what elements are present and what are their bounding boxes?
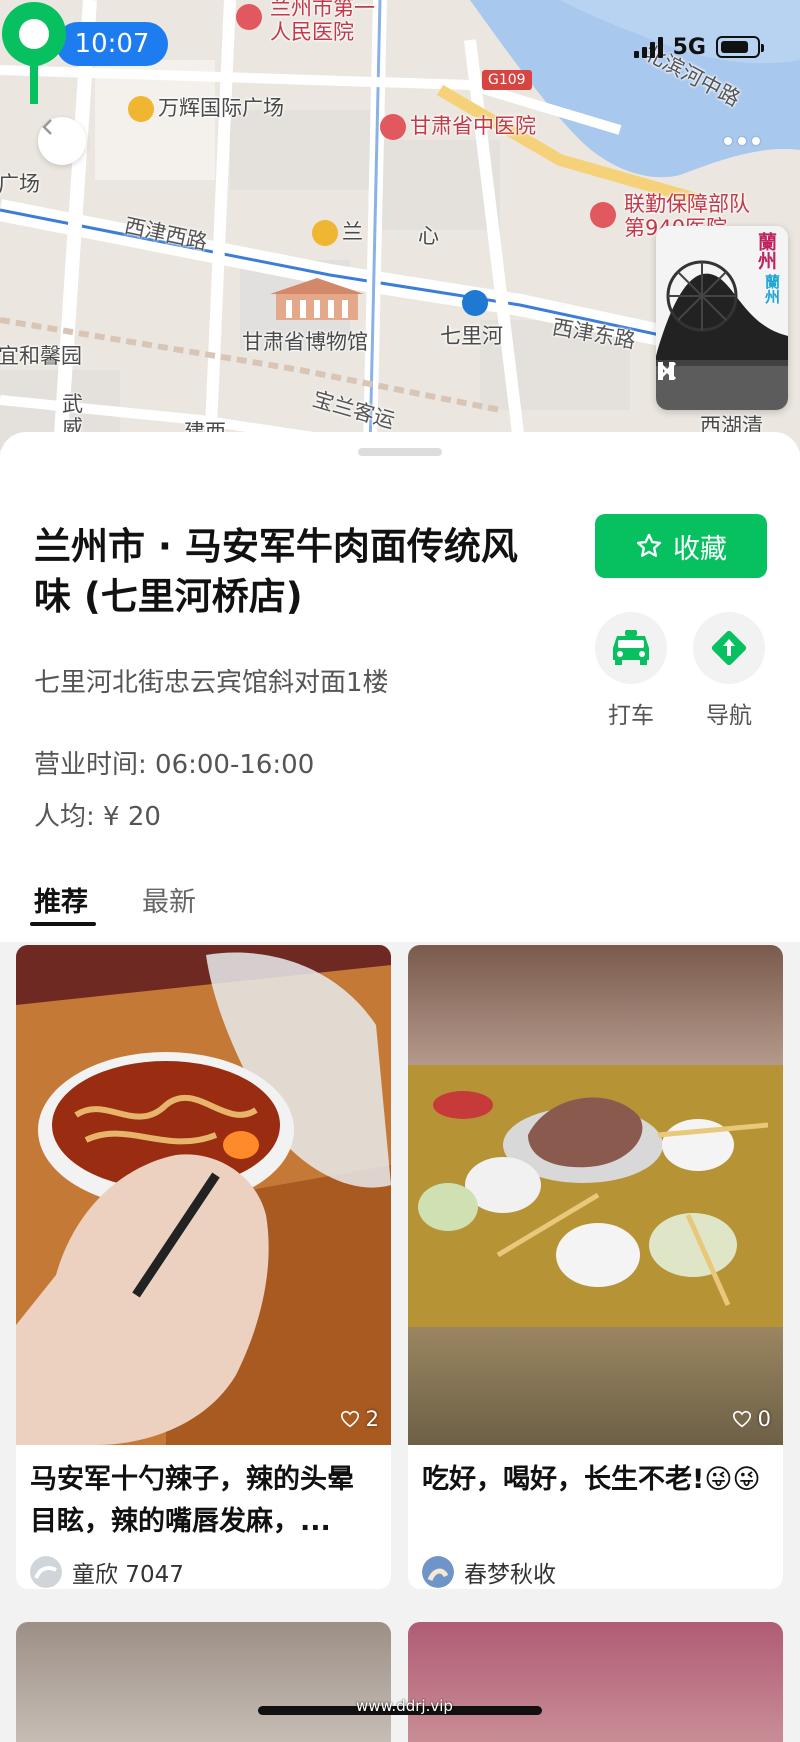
favorite-button[interactable]: 收藏 xyxy=(595,514,767,578)
taxi-icon xyxy=(613,630,649,665)
tab-latest[interactable]: 最新 xyxy=(142,880,196,919)
post-card-partial[interactable] xyxy=(16,1622,391,1742)
place-detail-sheet: 兰州市 · 马安军牛肉面传统风味 (七里河桥店) 收藏 打车 导航 七里河北街忠 xyxy=(0,432,800,1742)
taxi-button[interactable] xyxy=(595,612,667,684)
post-card[interactable]: 0 吃好，喝好，长生不老!😜😜 春梦秋收 xyxy=(408,945,783,1589)
mall-poi-icon xyxy=(128,96,154,122)
avatar xyxy=(30,1556,62,1588)
video-calligraphy-red: 蘭州 xyxy=(755,232,777,270)
noodle-photo xyxy=(16,945,391,1445)
favorite-label: 收藏 xyxy=(673,533,727,565)
mall-poi-icon xyxy=(312,220,338,246)
floating-video-player[interactable]: 蘭州 蘭州 xyxy=(656,226,788,410)
taxi-icon-wrap xyxy=(595,612,667,684)
map-label-xin: 心 xyxy=(418,224,439,248)
heart-icon xyxy=(340,1410,359,1428)
business-hours: 营业时间: 06:00-16:00 xyxy=(34,750,315,780)
metro-station-icon xyxy=(462,290,488,316)
sheet-grabber[interactable] xyxy=(358,448,442,456)
status-time: 10:07 xyxy=(56,22,168,66)
post-card-partial[interactable] xyxy=(408,1622,783,1742)
post-likes[interactable]: 2 xyxy=(340,1407,379,1431)
map-label-museum: 甘肃省博物馆 xyxy=(242,330,368,354)
navigate-icon-wrap xyxy=(693,612,765,684)
more-button[interactable] xyxy=(712,126,772,156)
map-label-zhongyi: 甘肃省中医院 xyxy=(380,110,536,140)
navigate-button[interactable] xyxy=(693,612,765,684)
post-title: 吃好，喝好，长生不老!😜😜 xyxy=(422,1464,761,1495)
close-icon[interactable] xyxy=(656,360,678,382)
post-image-noodles: 2 xyxy=(16,945,391,1445)
battery-icon xyxy=(716,36,764,58)
navigation-icon xyxy=(711,630,747,666)
map-label-hexin: 宜和馨园 xyxy=(0,344,82,368)
road-shield-g109: G109 xyxy=(482,70,532,90)
average-price: 人均: ¥ 20 xyxy=(34,802,161,832)
star-icon xyxy=(636,533,662,557)
post-image-table: 0 xyxy=(408,945,783,1445)
player-controls xyxy=(656,360,788,410)
active-tab-indicator xyxy=(30,922,96,926)
video-calligraphy-blue: 蘭州 xyxy=(763,274,781,304)
signal-icon xyxy=(633,36,663,58)
network-type: 5G xyxy=(672,34,706,60)
hospital-poi-icon xyxy=(380,114,406,140)
map-label-qilihe: 七里河 xyxy=(440,324,503,348)
map-label-wanhui: 万辉国际广场 xyxy=(128,92,284,122)
author-name: 春梦秋收 xyxy=(464,1562,556,1588)
author-name: 童欣 7047 xyxy=(72,1562,184,1588)
place-title: 兰州市 · 马安军牛肉面传统风味 (七里河桥店) xyxy=(34,525,518,618)
table-photo xyxy=(408,945,783,1445)
battery-level xyxy=(721,41,748,53)
post-card[interactable]: 2 马安军十勺辣子，辣的头晕目眩，辣的嘴唇发麻，... 童欣 7047 xyxy=(16,945,391,1589)
place-address: 七里河北街忠云宾馆斜对面1楼 xyxy=(34,668,389,698)
status-indicators: 5G xyxy=(633,32,764,62)
map-label-lan: 兰 xyxy=(312,216,363,246)
back-button[interactable] xyxy=(38,117,86,165)
heart-icon xyxy=(732,1410,751,1428)
navigate-label: 导航 xyxy=(706,703,752,729)
map-label-guangchang: 广场 xyxy=(0,172,40,196)
post-title: 马安军十勺辣子，辣的头晕目眩，辣的嘴唇发麻，... xyxy=(30,1464,354,1537)
post-likes[interactable]: 0 xyxy=(732,1407,771,1431)
chevron-left-icon xyxy=(42,119,52,135)
avatar xyxy=(422,1556,454,1588)
map-label-hospital: 兰州市第一 人民医院 xyxy=(270,0,375,44)
tab-recommended[interactable]: 推荐 xyxy=(34,880,88,919)
location-pin-icon xyxy=(2,2,66,104)
map-view[interactable]: 兰州市第一 人民医院 万辉国际广场 甘肃省中医院 G109 北滨河中路 联勤保障… xyxy=(0,0,800,450)
hospital-poi-icon xyxy=(236,4,262,30)
taxi-label: 打车 xyxy=(608,703,654,729)
watermark: www.ddrj.vip xyxy=(356,1697,453,1715)
hospital-poi-icon xyxy=(590,202,616,228)
museum-icon xyxy=(270,278,364,320)
post-author[interactable]: 童欣 7047 xyxy=(16,1543,391,1589)
post-author[interactable]: 春梦秋收 xyxy=(408,1543,783,1589)
